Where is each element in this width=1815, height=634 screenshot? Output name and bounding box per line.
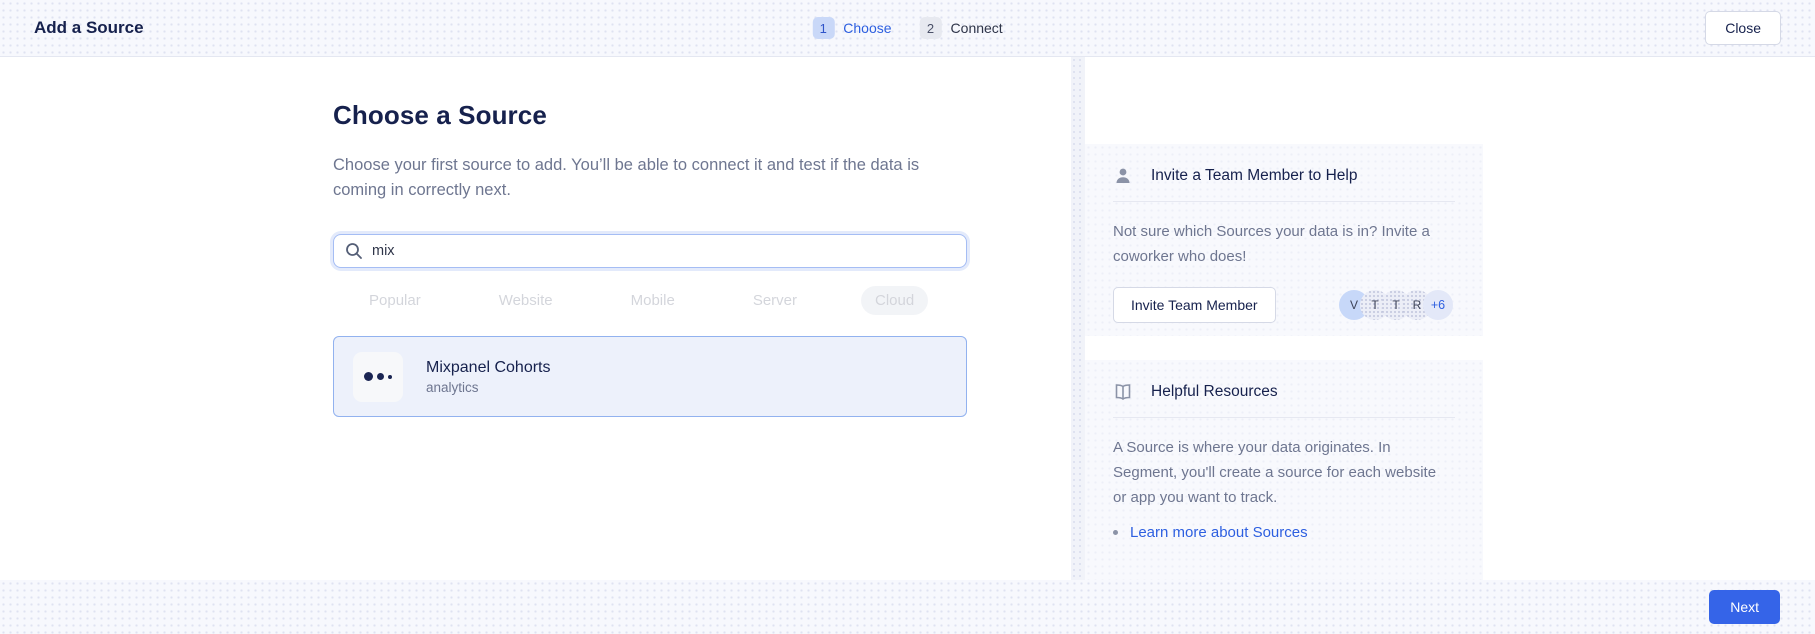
source-result-mixpanel-cohorts[interactable]: Mixpanel Cohorts analytics bbox=[333, 336, 967, 417]
next-button[interactable]: Next bbox=[1709, 590, 1780, 624]
sidebar-divider bbox=[1071, 57, 1085, 580]
step-choose[interactable]: 1 Choose bbox=[812, 17, 891, 39]
invite-panel: Invite a Team Member to Help Not sure wh… bbox=[1085, 144, 1483, 336]
resources-panel-header: Helpful Resources bbox=[1113, 382, 1455, 418]
resources-panel-body: A Source is where your data originates. … bbox=[1113, 435, 1443, 510]
step-choose-label: Choose bbox=[843, 20, 891, 36]
choose-source-section: Choose a Source Choose your first source… bbox=[333, 57, 967, 417]
step-connect-label: Connect bbox=[951, 20, 1003, 36]
topbar: Add a Source 1 Choose 2 Connect Close bbox=[0, 0, 1815, 57]
person-icon bbox=[1113, 166, 1133, 186]
result-text: Mixpanel Cohorts analytics bbox=[426, 359, 551, 395]
resources-panel-title: Helpful Resources bbox=[1151, 383, 1278, 401]
footer-bar: Next bbox=[0, 580, 1815, 634]
invite-row: Invite Team Member V T T R +6 bbox=[1113, 287, 1455, 323]
learn-more-sources-link[interactable]: Learn more about Sources bbox=[1130, 524, 1308, 541]
invite-panel-title: Invite a Team Member to Help bbox=[1151, 167, 1357, 185]
book-icon bbox=[1113, 382, 1133, 402]
wizard-steps: 1 Choose 2 Connect bbox=[812, 0, 1002, 56]
tab-cloud[interactable]: Cloud bbox=[861, 286, 928, 315]
mixpanel-logo-icon bbox=[353, 352, 403, 402]
tab-server[interactable]: Server bbox=[739, 286, 811, 315]
step-choose-number: 1 bbox=[812, 17, 834, 39]
bullet-icon bbox=[1113, 530, 1118, 535]
avatar-overflow-count[interactable]: +6 bbox=[1423, 290, 1453, 320]
source-search bbox=[333, 234, 967, 268]
search-input[interactable] bbox=[333, 234, 967, 268]
team-avatars: V T T R +6 bbox=[1339, 290, 1453, 320]
result-category: analytics bbox=[426, 380, 551, 395]
page-title: Add a Source bbox=[34, 18, 144, 38]
search-icon bbox=[344, 241, 364, 261]
section-heading: Choose a Source bbox=[333, 100, 967, 131]
tab-popular[interactable]: Popular bbox=[355, 286, 435, 315]
invite-team-member-button[interactable]: Invite Team Member bbox=[1113, 287, 1276, 323]
resource-links: Learn more about Sources bbox=[1113, 524, 1455, 541]
main-area: Choose a Source Choose your first source… bbox=[0, 57, 1815, 580]
category-tabs: Popular Website Mobile Server Cloud bbox=[333, 286, 967, 315]
step-connect[interactable]: 2 Connect bbox=[920, 17, 1003, 39]
close-button[interactable]: Close bbox=[1705, 11, 1781, 45]
invite-panel-header: Invite a Team Member to Help bbox=[1113, 166, 1455, 202]
section-description: Choose your first source to add. You’ll … bbox=[333, 153, 928, 203]
tab-website[interactable]: Website bbox=[485, 286, 567, 315]
step-connect-number: 2 bbox=[920, 17, 942, 39]
tab-mobile[interactable]: Mobile bbox=[617, 286, 689, 315]
helpful-resources-panel: Helpful Resources A Source is where your… bbox=[1085, 360, 1483, 580]
result-name: Mixpanel Cohorts bbox=[426, 359, 551, 377]
invite-panel-body: Not sure which Sources your data is in? … bbox=[1113, 219, 1443, 269]
resource-link-item: Learn more about Sources bbox=[1113, 524, 1455, 541]
